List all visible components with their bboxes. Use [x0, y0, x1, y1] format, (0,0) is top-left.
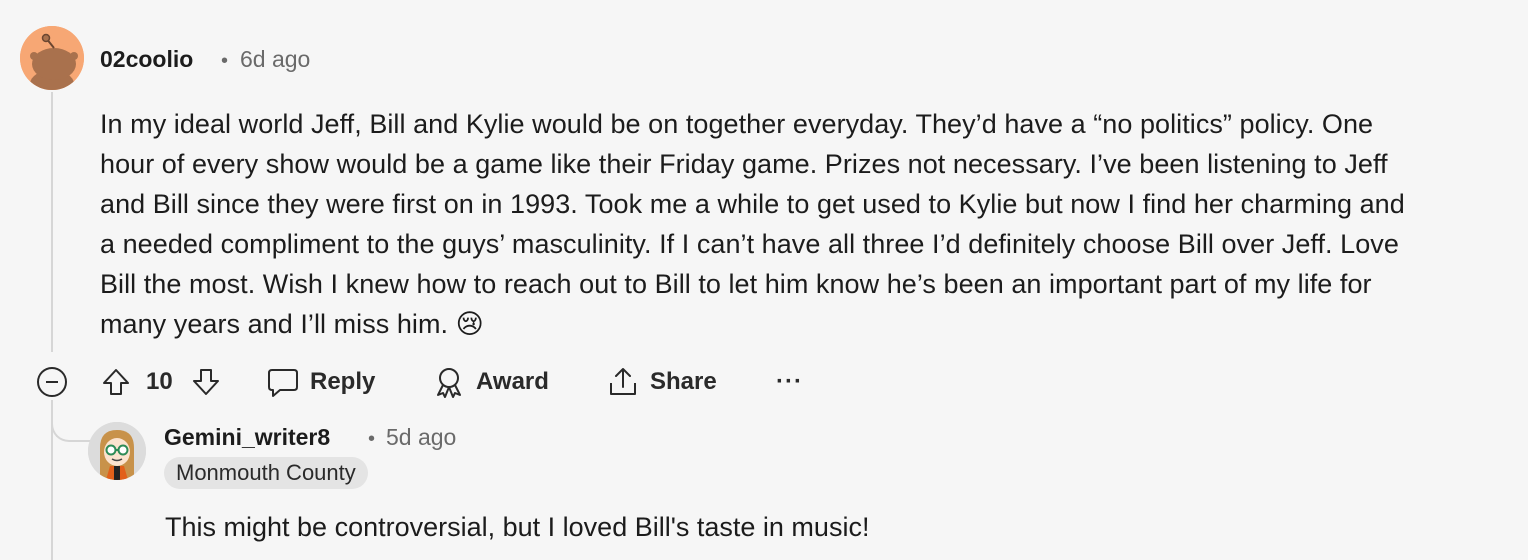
comment-author[interactable]: 02coolio: [100, 46, 193, 73]
separator-dot: •: [221, 50, 229, 72]
comment-line: a needed compliment to the guys’ masculi…: [100, 229, 1399, 259]
comment-line: In my ideal world Jeff, Bill and Kylie w…: [100, 109, 1374, 139]
share-icon: [610, 368, 636, 395]
user-flair: Monmouth County: [164, 457, 368, 489]
comment-thread: 02coolio • 6d ago In my ideal world Jeff…: [0, 0, 1528, 560]
downvote-button[interactable]: [190, 362, 222, 402]
collapse-button[interactable]: [36, 362, 68, 402]
more-icon: ···: [776, 368, 803, 395]
upvote-button[interactable]: [100, 362, 132, 402]
avatar[interactable]: [88, 422, 146, 480]
downvote-icon: [193, 369, 219, 395]
share-label: Share: [650, 368, 717, 395]
reply-icon: [268, 369, 298, 397]
comment-timestamp[interactable]: 6d ago: [240, 46, 310, 73]
comment-line: Bill the most. Wish I knew how to reach …: [100, 269, 1372, 299]
avatar[interactable]: [20, 26, 84, 90]
vote-score: 10: [146, 368, 173, 395]
reply-body: This might be controversial, but I loved…: [165, 512, 870, 542]
reply-button[interactable]: Reply: [266, 362, 375, 402]
share-button[interactable]: Share: [606, 362, 717, 402]
reply-author[interactable]: Gemini_writer8: [164, 424, 330, 451]
reply-label: Reply: [310, 368, 376, 395]
award-icon: [437, 368, 461, 398]
award-label: Award: [476, 368, 549, 395]
thread-line[interactable]: [51, 92, 53, 352]
upvote-icon: [103, 369, 129, 395]
reply-timestamp[interactable]: 5d ago: [386, 424, 456, 451]
comment-body: In my ideal world Jeff, Bill and Kylie w…: [100, 104, 1510, 344]
comment-line: many years and I’ll miss him. 😢: [100, 309, 484, 339]
more-options-button[interactable]: ···: [776, 362, 803, 402]
reply-connector: [51, 400, 91, 442]
collapse-icon: [37, 367, 67, 397]
comment-line: hour of every show would be a game like …: [100, 149, 1388, 179]
comment-action-bar: 10 Reply Award Share ···: [36, 362, 816, 402]
separator-dot: •: [368, 428, 376, 450]
comment-line: and Bill since they were first on in 199…: [100, 189, 1405, 219]
award-button[interactable]: Award: [432, 362, 549, 402]
